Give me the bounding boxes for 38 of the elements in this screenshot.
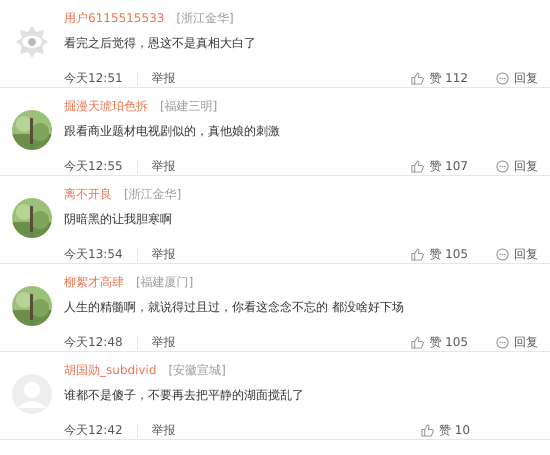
comment-text: 看完之后觉得，恩这不是真相大白了 — [64, 35, 257, 52]
timestamp: 今天12:42 — [64, 422, 123, 439]
reply-button[interactable]: 回复 — [496, 70, 538, 87]
location: [浙江金华] — [176, 10, 234, 27]
location: [福建三明] — [160, 98, 218, 115]
thumbs-up-icon — [411, 336, 424, 349]
like-button[interactable]: 赞 10 — [420, 422, 470, 439]
comment-icon — [496, 336, 509, 349]
like-button[interactable]: 赞 105 — [411, 334, 468, 351]
comment-text: 阴暗黑的让我胆寒啊 — [64, 211, 173, 228]
thumbs-up-icon — [411, 248, 424, 261]
report-link[interactable]: 举报 — [152, 70, 176, 87]
comment-text: 人生的精髓啊，就说得过且过，你看这念念不忘的 都没啥好下场 — [64, 299, 405, 316]
report-link[interactable]: 举报 — [152, 158, 176, 175]
thumbs-up-icon — [420, 424, 434, 437]
comment-icon — [496, 160, 509, 173]
timestamp: 今天12:55 — [64, 158, 123, 175]
location: [福建厦门] — [136, 274, 194, 291]
report-link[interactable]: 举报 — [152, 334, 176, 351]
timestamp: 今天13:54 — [64, 246, 123, 263]
comment-icon — [496, 248, 509, 261]
comment-icon — [496, 72, 509, 85]
report-link[interactable]: 举报 — [152, 246, 176, 263]
reply-button[interactable]: 回复 — [496, 158, 538, 175]
report-link[interactable]: 举报 — [152, 422, 176, 439]
reply-button[interactable]: 回复 — [496, 334, 538, 351]
like-button[interactable]: 赞 107 — [411, 158, 468, 175]
like-button[interactable]: 赞 112 — [411, 70, 468, 87]
location: [安徽宣城] — [168, 362, 226, 379]
thumbs-up-icon — [411, 72, 424, 85]
timestamp: 今天12:51 — [64, 70, 123, 87]
timestamp: 今天12:48 — [64, 334, 123, 351]
comment-text: 跟看商业题材电视剧似的，真他娘的刺激 — [64, 123, 281, 140]
comment-text: 谁都不是傻子，不要再去把平静的湖面搅乱了 — [64, 387, 305, 404]
location: [浙江金华] — [124, 186, 182, 203]
reply-button[interactable]: 回复 — [496, 246, 538, 263]
thumbs-up-icon — [411, 160, 424, 173]
like-button[interactable]: 赞 105 — [411, 246, 468, 263]
